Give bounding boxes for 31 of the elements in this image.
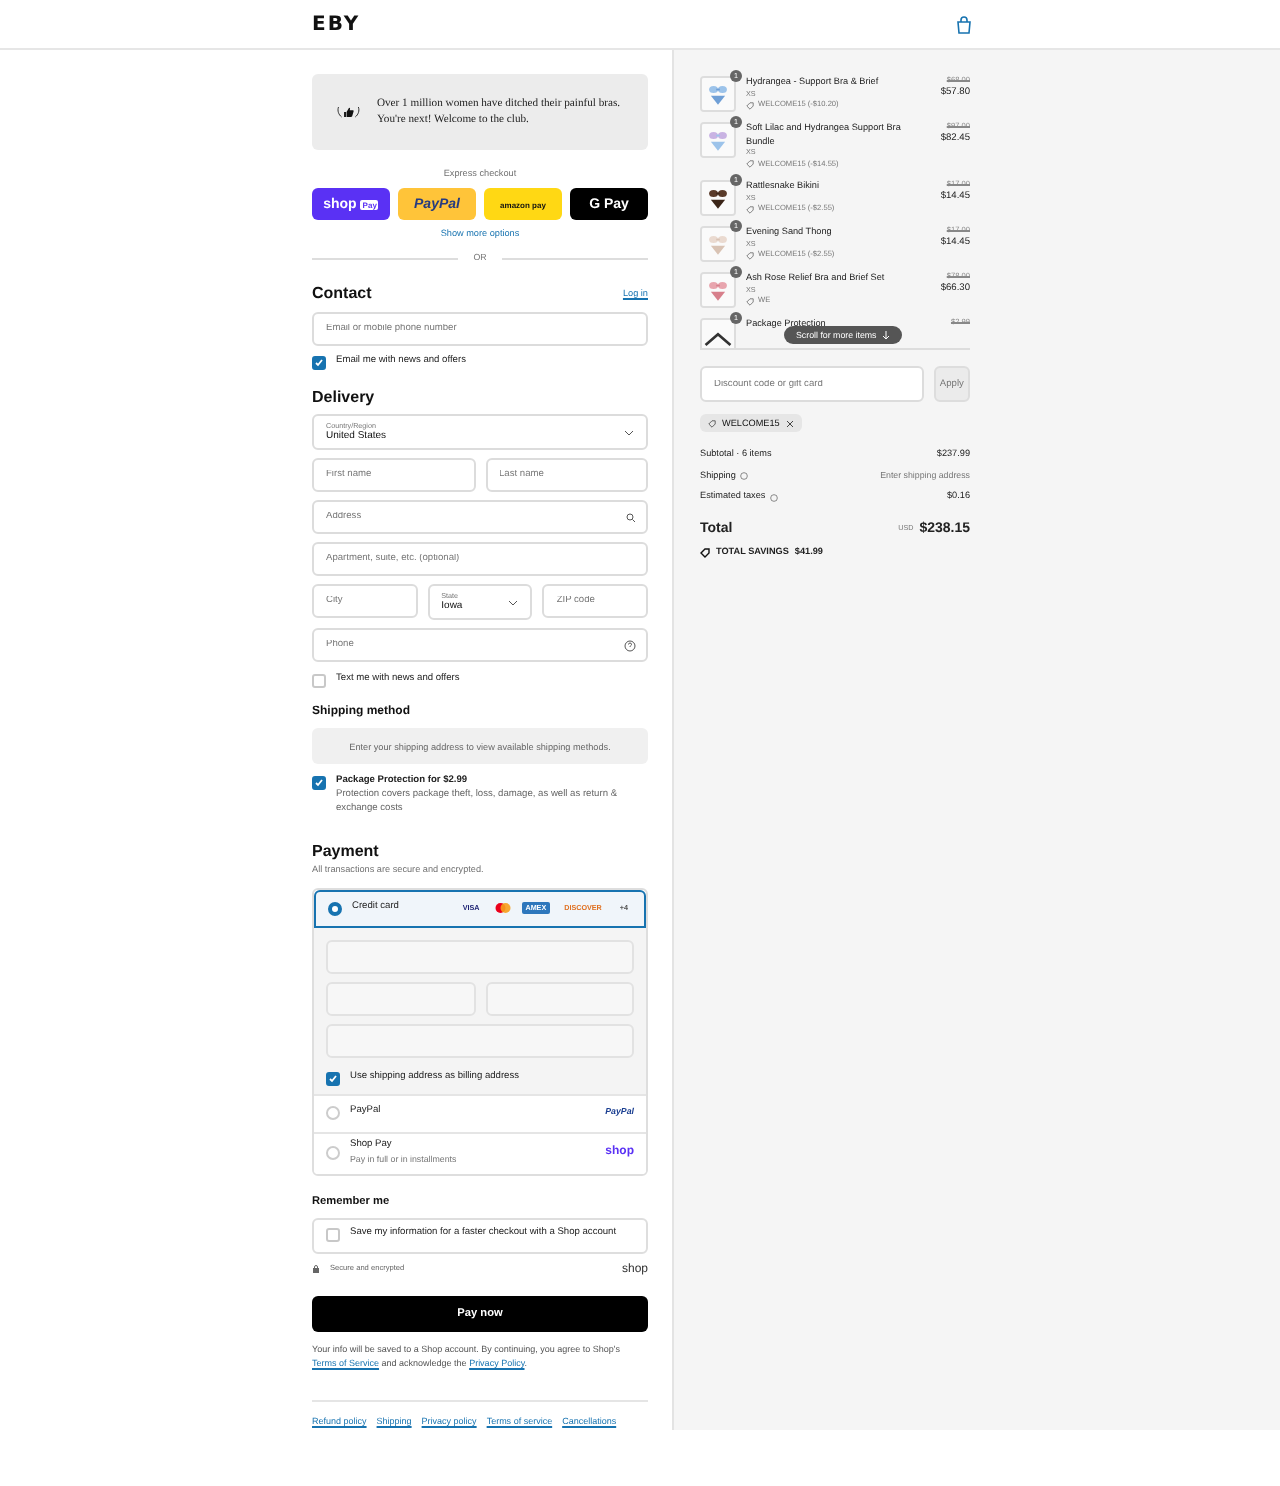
card-brand-icon (493, 902, 512, 914)
tag-icon (708, 419, 716, 427)
section-heading: Payment (312, 842, 379, 861)
checkbox[interactable] (312, 674, 326, 689)
checkbox[interactable] (312, 356, 326, 371)
search-icon (626, 512, 636, 523)
shopping-bag-icon[interactable] (956, 15, 972, 33)
close-icon[interactable] (785, 419, 794, 427)
tag-icon (746, 297, 754, 306)
checkbox[interactable] (312, 776, 326, 791)
tag-icon (746, 205, 754, 214)
chevron-down-icon (508, 599, 519, 606)
check-icon (314, 778, 324, 789)
tag-icon (746, 101, 754, 110)
help-icon (739, 471, 748, 480)
radio-button[interactable] (328, 901, 342, 915)
store-logo[interactable]: EBY (312, 13, 361, 35)
arrow-down-icon (882, 330, 891, 340)
checkbox[interactable] (326, 1228, 340, 1242)
tag-icon (746, 160, 754, 169)
section-heading: Delivery (312, 388, 375, 407)
lock-icon (312, 1264, 320, 1275)
checkbox[interactable] (326, 1071, 340, 1085)
check-icon (328, 1073, 338, 1083)
help-icon (624, 639, 636, 652)
section-heading: Contact (312, 284, 372, 303)
chevron-down-icon (624, 429, 634, 436)
check-icon (314, 358, 324, 369)
tag-icon (746, 251, 754, 260)
help-icon (769, 493, 778, 502)
tag-icon (700, 547, 710, 558)
